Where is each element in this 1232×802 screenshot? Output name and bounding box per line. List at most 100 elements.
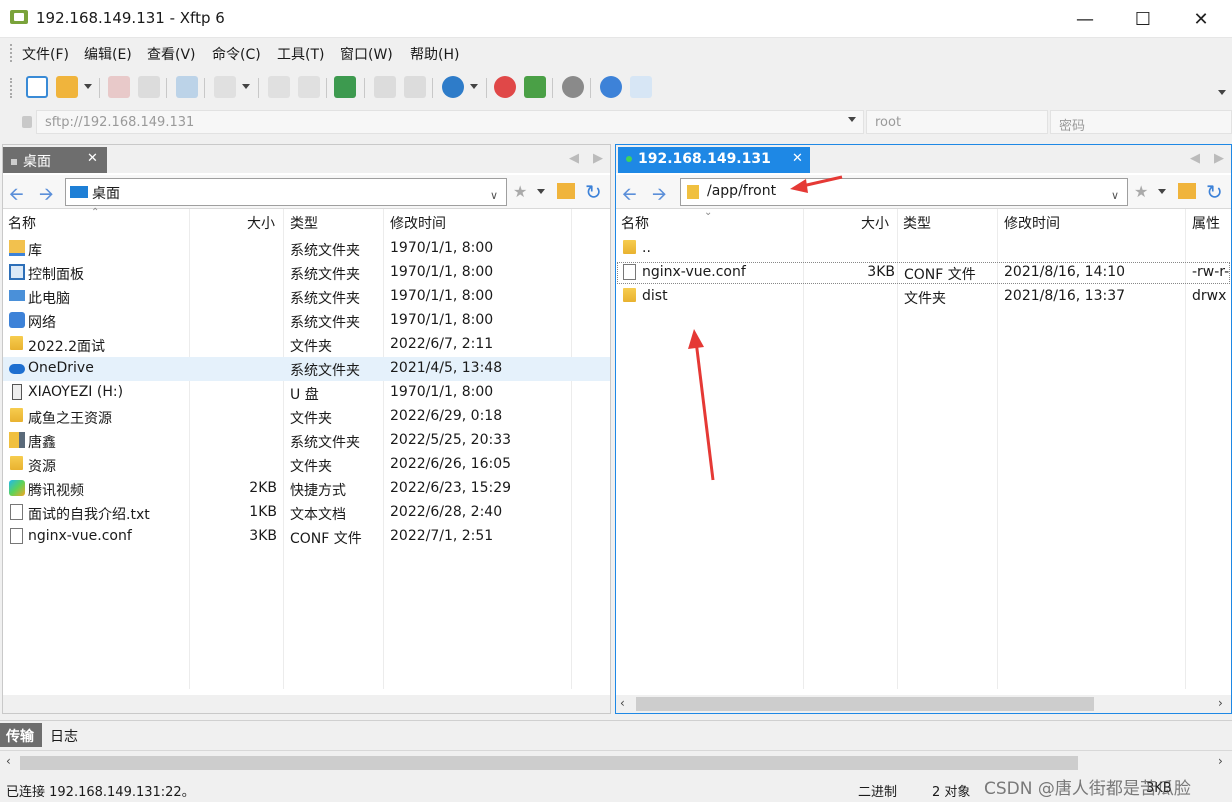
menu-tools[interactable]: 工具(T) [277, 44, 324, 64]
menu-help[interactable]: 帮助(H) [410, 44, 459, 64]
col-size[interactable]: 大小 [247, 213, 275, 233]
cell-type: 系统文件夹 [290, 315, 360, 331]
menu-file[interactable]: 文件(F) [22, 44, 69, 64]
status-object-count: 2 对象 [932, 785, 971, 800]
cell-name: OneDrive [28, 360, 94, 376]
cell-name: 2022.2面试 [28, 339, 105, 355]
help-icon[interactable] [600, 76, 622, 98]
col-name[interactable]: 名称 [8, 213, 36, 233]
minimize-button[interactable]: — [1056, 0, 1114, 38]
globe-dropdown-icon[interactable] [470, 84, 478, 89]
table-row[interactable]: nginx-vue.conf 3KB CONF 文件 2022/7/1, 2:51 [3, 525, 610, 549]
menu-command[interactable]: 命令(C) [212, 44, 261, 64]
scroll-right-icon[interactable]: › [1218, 754, 1223, 768]
transfer-hscrollbar[interactable]: ‹ › [0, 754, 1232, 772]
status-connection: 已连接 192.168.149.131:22。 [6, 785, 195, 800]
scroll-left-icon[interactable]: ‹ [6, 754, 11, 768]
table-row[interactable]: 资源 文件夹 2022/6/26, 16:05 [3, 453, 610, 477]
table-row[interactable]: 唐鑫 系统文件夹 2022/5/25, 20:33 [3, 429, 610, 453]
password-input[interactable]: 密码 [1050, 110, 1232, 134]
table-row[interactable]: 咸鱼之王资源 文件夹 2022/6/29, 0:18 [3, 405, 610, 429]
tab-log[interactable]: 日志 [50, 726, 78, 746]
cell-name: nginx-vue.conf [28, 528, 132, 544]
cell-name: 此电脑 [28, 291, 70, 307]
menu-edit[interactable]: 编辑(E) [84, 44, 132, 64]
cell-name: 资源 [28, 459, 56, 475]
xftp-icon[interactable] [524, 76, 546, 98]
toolbar-grip [10, 78, 13, 98]
refresh-icon[interactable]: ↻ [585, 180, 602, 204]
maximize-button[interactable]: ☐ [1114, 0, 1172, 38]
upload-icon[interactable] [268, 76, 290, 98]
local-path-input[interactable]: 桌面 ∨ [65, 178, 507, 206]
favorite-star-icon[interactable]: ★ [513, 182, 527, 201]
open-dropdown-icon[interactable] [84, 84, 92, 89]
menu-window[interactable]: 窗口(W) [340, 44, 393, 64]
globe-icon[interactable] [442, 76, 464, 98]
favorite-dropdown-icon[interactable] [537, 189, 545, 194]
close-tab-icon[interactable]: ✕ [87, 151, 98, 166]
cell-type: 系统文件夹 [290, 291, 360, 307]
cell-type: 文本文档 [290, 507, 346, 523]
cell-type: 文件夹 [290, 459, 332, 475]
copy-icon[interactable] [374, 76, 396, 98]
cell-mtime: 1970/1/1, 8:00 [390, 312, 494, 328]
chat-icon[interactable] [630, 76, 652, 98]
play-dropdown-icon[interactable] [242, 84, 250, 89]
table-row[interactable]: 此电脑 系统文件夹 1970/1/1, 8:00 [3, 285, 610, 309]
reconnect-icon[interactable] [138, 76, 160, 98]
table-row[interactable]: 2022.2面试 文件夹 2022/6/7, 2:11 [3, 333, 610, 357]
host-dropdown-icon[interactable] [848, 117, 856, 122]
annotation-arrow-dist [694, 340, 715, 481]
menu-view[interactable]: 查看(V) [147, 44, 196, 64]
local-hscrollbar[interactable] [3, 695, 610, 713]
cell-size: 1KB [249, 504, 277, 520]
home-folder-icon[interactable] [557, 183, 575, 199]
annotation-arrowhead-dist [688, 329, 704, 349]
table-row[interactable]: XIAOYEZI (H:) U 盘 1970/1/1, 8:00 [3, 381, 610, 405]
sync-icon[interactable] [334, 76, 356, 98]
table-row[interactable]: 腾讯视频 2KB 快捷方式 2022/6/23, 15:29 [3, 477, 610, 501]
session-properties-icon[interactable] [176, 76, 198, 98]
cell-name: 网络 [28, 315, 56, 331]
table-row[interactable]: 库 系统文件夹 1970/1/1, 8:00 [3, 237, 610, 261]
col-type[interactable]: 类型 [290, 213, 318, 233]
forward-arrow-icon[interactable]: 🡪 [39, 182, 54, 212]
annotation-arrowhead-path [790, 179, 808, 193]
table-row[interactable]: 网络 系统文件夹 1970/1/1, 8:00 [3, 309, 610, 333]
local-tab-strip: 桌面 ✕ ◀ ▶ [3, 145, 610, 173]
back-arrow-icon[interactable]: 🡨 [9, 182, 24, 212]
remote-panel: 192.168.149.131 ✕ ◀ ▶ 🡨 🡪 /app/front ∨ ★… [615, 144, 1232, 714]
local-path-text: 桌面 [92, 186, 120, 202]
download-icon[interactable] [298, 76, 320, 98]
host-input[interactable]: sftp://192.168.149.131 [36, 110, 864, 134]
usb-drive-icon [12, 384, 22, 400]
cell-size: 3KB [249, 528, 277, 544]
new-session-icon[interactable] [26, 76, 48, 98]
username-input[interactable]: root [866, 110, 1048, 134]
xshell-icon[interactable] [494, 76, 516, 98]
play-icon[interactable] [214, 76, 236, 98]
cell-type: 系统文件夹 [290, 267, 360, 283]
tab-next-icon[interactable]: ▶ [593, 151, 603, 166]
toolbar [0, 70, 1232, 104]
table-row[interactable]: 面试的自我介绍.txt 1KB 文本文档 2022/6/28, 2:40 [3, 501, 610, 525]
control-panel-icon [9, 264, 25, 280]
path-dropdown-icon[interactable]: ∨ [490, 189, 498, 202]
paste-icon[interactable] [404, 76, 426, 98]
tab-prev-icon[interactable]: ◀ [569, 151, 579, 166]
app-icon [10, 10, 28, 24]
toolbar-overflow-icon[interactable] [1218, 90, 1226, 95]
disconnect-icon[interactable] [108, 76, 130, 98]
close-button[interactable]: ✕ [1172, 0, 1230, 38]
gear-icon[interactable] [562, 76, 584, 98]
tab-transfer[interactable]: 传输 [0, 723, 42, 747]
table-row[interactable]: 控制面板 系统文件夹 1970/1/1, 8:00 [3, 261, 610, 285]
folder-icon [10, 336, 23, 350]
col-mtime[interactable]: 修改时间 [390, 213, 446, 233]
sort-up-icon: ⌃ [91, 207, 100, 218]
open-folder-icon[interactable] [56, 76, 78, 98]
status-bar: 已连接 192.168.149.131:22。 二进制 2 对象 3KB CSD… [0, 776, 1232, 802]
table-row[interactable]: OneDrive 系统文件夹 2021/4/5, 13:48 [3, 357, 610, 381]
scroll-thumb[interactable] [20, 756, 1078, 770]
